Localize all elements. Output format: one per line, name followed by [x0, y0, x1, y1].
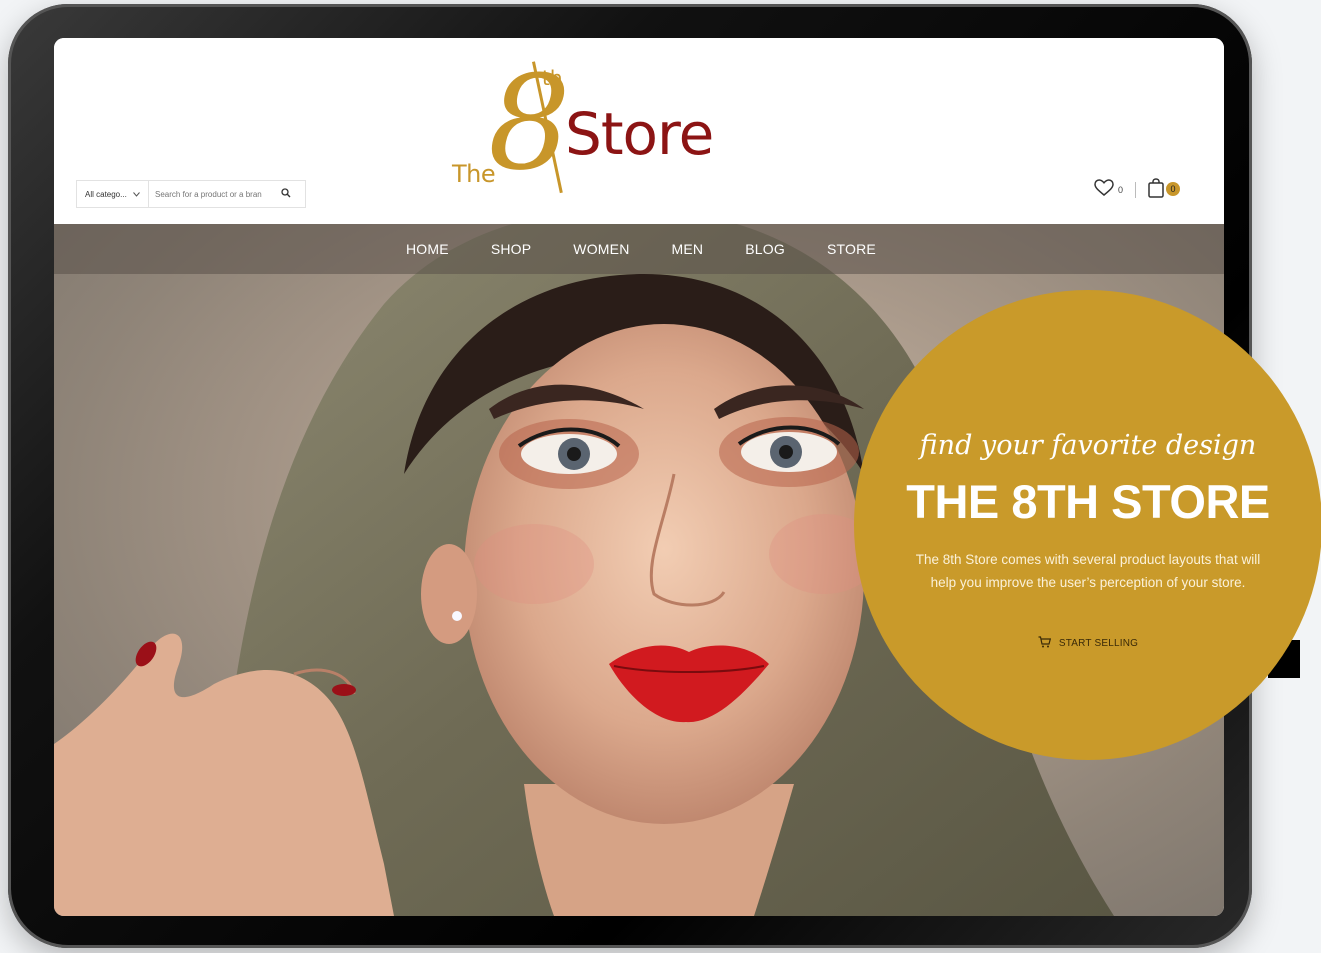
- promo-description: The 8th Store comes with several product…: [884, 548, 1292, 594]
- start-selling-label: START SELLING: [1058, 638, 1139, 649]
- promo-title: THE 8TH STORE: [906, 475, 1270, 528]
- stage: 8 The th Store All catego... Search for …: [0, 0, 1321, 953]
- promo-circle: find your favorite design THE 8TH STORE …: [854, 290, 1321, 760]
- logo-the: The: [452, 160, 496, 188]
- main-nav: HOME SHOP WOMEN MEN BLOG STORE: [54, 224, 1224, 274]
- nav-item-store[interactable]: STORE: [827, 241, 876, 257]
- nav-item-shop[interactable]: SHOP: [491, 241, 531, 257]
- promo-description-line-2: help you improve the user’s perception o…: [930, 575, 1246, 590]
- nav-item-home[interactable]: HOME: [406, 241, 449, 257]
- promo-script-text: find your favorite design: [919, 430, 1257, 461]
- header-divider: [1135, 182, 1137, 198]
- site-logo[interactable]: 8 The th Store: [452, 56, 742, 196]
- header-icons: 0 0: [1094, 177, 1181, 203]
- cart-count-badge: 0: [1166, 182, 1181, 196]
- wishlist-count: 0: [1118, 185, 1124, 195]
- nav-item-women[interactable]: WOMEN: [573, 241, 629, 257]
- category-select-value: All catego...: [85, 189, 127, 199]
- start-selling-button[interactable]: START SELLING: [854, 636, 1321, 651]
- promo-description-line-1: The 8th Store comes with several product…: [915, 552, 1261, 567]
- nav-item-men[interactable]: MEN: [672, 241, 704, 257]
- category-select[interactable]: All catego...: [77, 181, 149, 207]
- search-button[interactable]: [271, 181, 301, 207]
- chevron-down-icon: [133, 190, 140, 199]
- nav-item-blog[interactable]: BLOG: [745, 241, 785, 257]
- heart-icon[interactable]: [1094, 178, 1114, 202]
- search-input[interactable]: [149, 181, 271, 207]
- cart-icon: [1038, 636, 1059, 651]
- shopping-bag-icon[interactable]: [1148, 177, 1164, 203]
- search-bar: All catego...: [76, 180, 306, 208]
- search-icon: [281, 188, 291, 200]
- logo-th: th: [542, 66, 563, 90]
- site-header: 8 The th Store All catego... Search for …: [54, 38, 1224, 224]
- logo-store: Store: [565, 100, 714, 168]
